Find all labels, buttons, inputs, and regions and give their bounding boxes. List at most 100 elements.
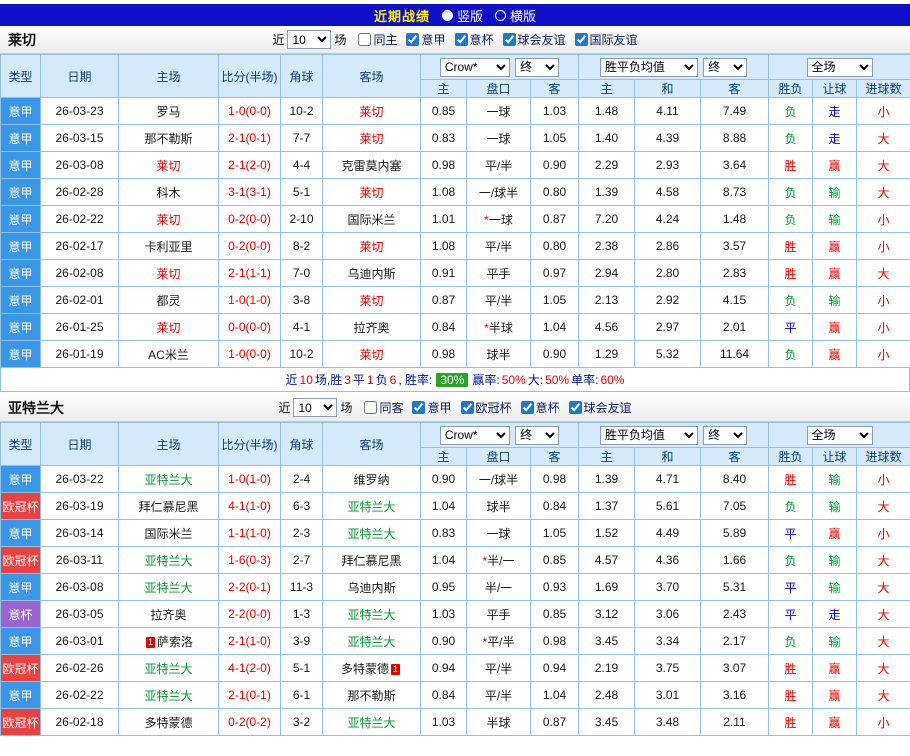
away-team-link[interactable]: 多特蒙德 [341,662,389,676]
asian-away-odds-cell: 0.84 [531,493,579,520]
home-team-link[interactable]: 亚特兰大 [144,689,192,703]
away-team-link[interactable]: 克雷莫内塞 [341,159,401,173]
home-team-link[interactable]: 亚特兰大 [144,662,192,676]
odds-source-select[interactable]: Crow* [440,58,510,77]
result-cell: 胜 [769,709,813,736]
euro-away-cell: 3.64 [701,152,769,179]
home-team-link[interactable]: 亚特兰大 [144,554,192,568]
result-cell: 负 [769,341,813,368]
euro-type-select[interactable]: 胜平负均值 [600,426,698,445]
result-cell: 负 [769,125,813,152]
home-team-link[interactable]: 莱切 [156,159,180,173]
filter-checkbox-同主[interactable]: 同主 [358,31,397,48]
away-team-link[interactable]: 亚特兰大 [347,608,395,622]
away-team-link[interactable]: 那不勒斯 [347,689,395,703]
home-team-link[interactable]: 都灵 [156,294,180,308]
checkbox-input[interactable] [412,401,425,414]
home-team-link[interactable]: 拜仁慕尼黑 [138,500,198,514]
away-team-link[interactable]: 乌迪内斯 [347,267,395,281]
checkbox-input[interactable] [569,401,582,414]
home-team-link[interactable]: 拉齐奥 [150,608,186,622]
col-score: 比分(半场) [219,55,281,98]
away-team-link[interactable]: 拜仁慕尼黑 [341,554,401,568]
filter-checkbox-意杯[interactable]: 意杯 [521,399,560,416]
corner-cell: 3-9 [281,628,323,655]
away-team-link[interactable]: 莱切 [359,132,383,146]
euro-draw-cell: 2.97 [635,314,701,341]
home-team-link[interactable]: 亚特兰大 [144,473,192,487]
match-count-select[interactable]: 10 [287,30,331,49]
home-team-link[interactable]: 萨索洛 [157,635,193,649]
home-team-link[interactable]: 莱切 [156,213,180,227]
result-cell: 平 [769,314,813,341]
checkbox-input[interactable] [455,33,468,46]
euro-time-select[interactable]: 终 [703,426,747,445]
goals-result-cell: 小 [857,314,910,341]
league-type-cell: 意甲 [1,314,41,341]
asian-away-odds-cell: 0.97 [531,260,579,287]
filter-checkbox-球会友谊[interactable]: 球会友谊 [569,399,632,416]
checkbox-input[interactable] [358,33,371,46]
filter-checkbox-意杯[interactable]: 意杯 [455,31,494,48]
match-count-select[interactable]: 10 [293,398,337,417]
checkbox-input[interactable] [461,401,474,414]
home-team-link[interactable]: 罗马 [156,105,180,119]
filter-checkbox-欧冠杯[interactable]: 欧冠杯 [461,399,512,416]
away-gives-handicap-marker: * [484,213,489,227]
away-team-cell: 莱切 [323,287,421,314]
away-team-link[interactable]: 莱切 [359,294,383,308]
away-team-link[interactable]: 乌迪内斯 [347,581,395,595]
euro-time-select[interactable]: 终 [703,58,747,77]
corner-cell: 6-3 [281,493,323,520]
odds-source-select[interactable]: Crow* [440,426,510,445]
away-team-link[interactable]: 亚特兰大 [347,716,395,730]
asian-away-odds-cell: 0.94 [531,655,579,682]
odds-time-select[interactable]: 终 [515,426,559,445]
checkbox-input[interactable] [364,401,377,414]
home-team-link[interactable]: 多特蒙德 [144,716,192,730]
layout-radio-horizontal[interactable]: 横版 [495,6,536,25]
handicap-result-cell: 赢 [813,260,857,287]
asian-home-odds-cell: 0.85 [421,98,467,125]
home-team-link[interactable]: 那不勒斯 [144,132,192,146]
home-team-cell: 亚特兰大 [119,466,219,493]
score-cell: 3-1(3-1) [219,179,281,206]
away-team-link[interactable]: 拉齐奥 [353,321,389,335]
home-team-link[interactable]: 莱切 [156,321,180,335]
filter-checkbox-意甲[interactable]: 意甲 [412,399,451,416]
layout-radio-vertical[interactable]: 竖版 [442,6,483,25]
home-team-link[interactable]: 卡利亚里 [144,240,192,254]
checkbox-input[interactable] [575,33,588,46]
away-team-link[interactable]: 莱切 [359,240,383,254]
home-team-link[interactable]: 国际米兰 [144,527,192,541]
away-team-link[interactable]: 亚特兰大 [347,500,395,514]
euro-type-select[interactable]: 胜平负均值 [600,58,698,77]
away-team-link[interactable]: 莱切 [359,186,383,200]
home-team-link[interactable]: AC米兰 [148,348,189,362]
home-team-cell: 都灵 [119,287,219,314]
away-team-link[interactable]: 国际米兰 [347,213,395,227]
odds-time-select[interactable]: 终 [515,58,559,77]
away-team-link[interactable]: 维罗纳 [353,473,389,487]
checkbox-input[interactable] [521,401,534,414]
away-team-link[interactable]: 亚特兰大 [347,635,395,649]
corner-cell: 8-2 [281,233,323,260]
filter-checkbox-球会友谊[interactable]: 球会友谊 [503,31,566,48]
home-team-link[interactable]: 科木 [156,186,180,200]
match-row: 意甲26-03-23罗马1-0(0-0)10-2莱切0.85一球1.031.48… [1,98,910,125]
filter-checkbox-国际友谊[interactable]: 国际友谊 [575,31,638,48]
away-team-link[interactable]: 莱切 [359,348,383,362]
away-team-link[interactable]: 莱切 [359,105,383,119]
away-team-link[interactable]: 亚特兰大 [347,527,395,541]
corner-cell: 1-3 [281,601,323,628]
date-cell: 26-01-25 [41,314,119,341]
home-team-link[interactable]: 莱切 [156,267,180,281]
home-team-link[interactable]: 亚特兰大 [144,581,192,595]
checkbox-input[interactable] [406,33,419,46]
scope-select[interactable]: 全场 [807,426,873,445]
filter-checkbox-同客[interactable]: 同客 [364,399,403,416]
filter-checkbox-意甲[interactable]: 意甲 [406,31,445,48]
home-team-cell: 多特蒙德 [119,709,219,736]
scope-select[interactable]: 全场 [807,58,873,77]
checkbox-input[interactable] [503,33,516,46]
